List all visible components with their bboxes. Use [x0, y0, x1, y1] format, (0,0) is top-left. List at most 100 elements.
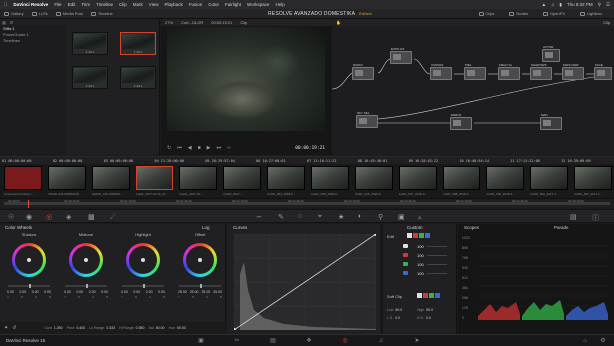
tracker-icon[interactable]: ⌖ [318, 213, 322, 221]
custom-title[interactable]: Custom [407, 225, 423, 230]
wheel-value-b[interactable]: 0.00 [44, 290, 51, 294]
slider-knob[interactable] [29, 284, 31, 288]
menu-help[interactable]: Help [275, 2, 284, 7]
wheel-value-g[interactable]: 0.00 [146, 290, 153, 294]
blue-chip[interactable] [435, 293, 440, 298]
clip-thumbnail[interactable] [311, 166, 349, 190]
last-frame-icon[interactable]: ⏭ [216, 145, 221, 151]
row-slider[interactable] [427, 255, 447, 256]
viewer-clip-menu[interactable]: Clip [240, 20, 247, 25]
gallery-button[interactable]: Gallery [4, 11, 24, 16]
auto-balance-icon[interactable]: ✦ [4, 325, 8, 331]
camera-raw-icon[interactable]: ☉ [8, 213, 14, 221]
menu-workspace[interactable]: Workspace [247, 2, 269, 7]
curves-tab-icon[interactable]: ∽ [256, 213, 262, 221]
clip-thumbnail[interactable] [91, 166, 130, 190]
soft-clip-low[interactable]: Low 50.0 [387, 308, 402, 312]
shadow-master-slider[interactable] [8, 284, 50, 288]
highlight-master-slider[interactable] [122, 284, 164, 288]
node-ruido[interactable]: RUIDO [352, 63, 374, 80]
menu-app-name[interactable]: DaVinci Resolve [13, 2, 48, 7]
wheel-handle[interactable] [198, 258, 202, 262]
wheel-value-r[interactable]: 25.00 [190, 290, 199, 294]
row-value[interactable]: 100 [417, 253, 424, 258]
slider-knob[interactable] [86, 284, 88, 288]
param-cont[interactable]: Cont 1.250 [44, 326, 62, 330]
node-sky-sel[interactable]: SKY SEL [356, 111, 378, 128]
notification-icon[interactable]: ☰ [606, 2, 610, 8]
settings-gear-icon[interactable]: ⚙ [598, 337, 608, 345]
soft-clip-ls[interactable]: L.S. 0.0 [387, 316, 400, 320]
still-thumbnail[interactable]: 1.42.1 [72, 32, 108, 55]
curve-intensity-row[interactable]: 100 [387, 271, 453, 277]
node-field-vs[interactable]: FIELD Vs [498, 63, 520, 80]
node-expo-hs[interactable]: EXPO HS [390, 47, 412, 64]
timeline-playhead[interactable] [28, 200, 29, 208]
row-slider[interactable] [427, 273, 447, 274]
lightbox-button[interactable]: Lightbox [579, 11, 602, 16]
first-frame-icon[interactable]: ⏮ [177, 145, 182, 151]
scopes-tab-icon[interactable]: ▤ [570, 213, 577, 221]
offset-master-slider[interactable] [179, 284, 221, 288]
node-man[interactable]: MAN [540, 113, 562, 130]
param-sat[interactable]: Sat 50.00 [148, 326, 164, 330]
rgb-mixer-icon[interactable]: ▩ [88, 213, 95, 221]
loop-playback-icon[interactable]: ∞ [227, 145, 231, 151]
luts-button[interactable]: LUTs [31, 11, 48, 16]
menu-color[interactable]: Color [208, 2, 219, 7]
param-lo-range[interactable]: Lo Range 0.333 [89, 326, 115, 330]
reverse-play-icon[interactable]: ◀ [188, 145, 192, 151]
sizing-icon[interactable]: ▣ [398, 213, 405, 221]
menu-fairlight[interactable]: Fairlight [225, 2, 241, 7]
clip-thumbnail[interactable] [354, 166, 393, 190]
node-mani-cier[interactable]: MANI CIER [562, 63, 584, 80]
clip-thumbnail[interactable] [267, 166, 305, 190]
volume-icon[interactable]: ♫ [551, 2, 554, 7]
deliver-page-icon[interactable]: ➤ [412, 337, 422, 345]
wheel-value-g[interactable]: 0.00 [89, 290, 96, 294]
qualifier-icon[interactable]: ✎ [278, 213, 284, 221]
media-page-icon[interactable]: ▣ [196, 337, 206, 345]
album-timelines[interactable]: Timelines [0, 37, 66, 43]
fairlight-page-icon[interactable]: ♫ [376, 337, 386, 345]
curve-intensity-row[interactable]: 100 [387, 253, 453, 259]
soft-clip-high[interactable]: High 50.0 [417, 308, 433, 312]
menu-timeline[interactable]: Timeline [96, 2, 113, 7]
wheel-handle[interactable] [27, 258, 31, 262]
curve-intensity-row[interactable]: 100 [387, 244, 453, 250]
video-frame[interactable] [167, 27, 325, 131]
wheel-value-y[interactable]: 0.00 [7, 290, 14, 294]
soft-clip-hs[interactable]: H.S. 0.0 [417, 316, 431, 320]
row-slider[interactable] [427, 264, 447, 265]
magic-mask-icon[interactable]: ★ [338, 213, 344, 221]
fusion-page-icon[interactable]: ❖ [304, 337, 314, 345]
red-chip[interactable] [413, 233, 418, 238]
color-wheels-tab-icon[interactable]: ◎ [46, 213, 52, 221]
node-shadows[interactable]: SHADOWS [530, 63, 552, 80]
hdr-icon[interactable]: ◈ [66, 213, 71, 221]
viewer-zoom[interactable]: 27% [165, 20, 173, 25]
luma-chip[interactable] [417, 293, 422, 298]
row-value[interactable]: 100 [417, 262, 424, 267]
info-icon[interactable]: ⓘ [592, 213, 599, 223]
node-face[interactable]: FACE [594, 63, 612, 80]
still-thumbnail[interactable]: 1.43.1 [72, 66, 108, 89]
clip-thumbnail[interactable] [223, 166, 262, 190]
green-chip[interactable] [419, 233, 424, 238]
red-chip[interactable] [423, 293, 428, 298]
stop-icon[interactable]: ■ [198, 145, 201, 151]
timeline-button[interactable]: Timeline [90, 11, 113, 16]
node-curvas[interactable]: CURVAS [430, 63, 452, 80]
param-pivot[interactable]: Pivot 0.400 [67, 326, 86, 330]
clip-thumbnail[interactable] [398, 166, 437, 190]
mini-timeline[interactable]: 00:00:00 00:00:19:21 00:01:15:00 00:01:45:0… [0, 198, 614, 208]
loop-icon[interactable]: ↻ [167, 145, 171, 151]
menu-clock[interactable]: Thu 5:32 PM [567, 2, 593, 7]
menu-mark[interactable]: Mark [133, 2, 143, 7]
clips-button[interactable]: Clips [478, 11, 494, 16]
slider-knob[interactable] [200, 284, 202, 288]
green-chip[interactable] [429, 293, 434, 298]
nodes-button[interactable]: Nodes [509, 11, 528, 16]
menu-view[interactable]: View [149, 2, 159, 7]
3d-icon[interactable]: ▵ [418, 213, 422, 221]
